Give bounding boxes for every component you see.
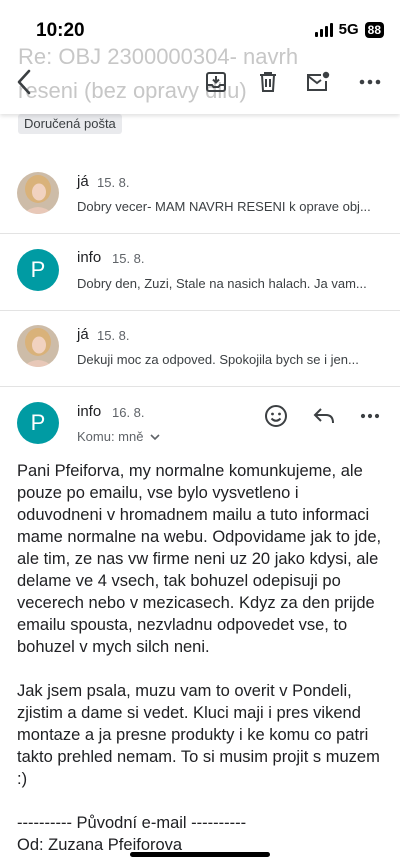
message-row[interactable]: já 15. 8. Dobry vecer- MAM NAVRH RESENI … [0,160,400,230]
chevron-down-icon [150,434,160,441]
archive-button[interactable] [202,68,230,96]
more-options-button[interactable] [356,68,384,96]
divider [0,386,400,387]
home-indicator[interactable] [130,852,270,857]
open-message-header: P info 16. 8. Komu: mně [0,388,400,454]
status-time: 10:20 [36,20,85,41]
message-date: 16. 8. [112,405,145,420]
battery-icon: 88 [364,21,384,38]
back-arrow-icon [17,69,31,95]
delete-button[interactable] [254,68,282,96]
mark-unread-button[interactable] [304,68,332,96]
message-row[interactable]: P info 15. 8. Dobry den, Zuzi, Stale na … [0,236,400,308]
back-button[interactable] [10,68,38,96]
archive-icon [206,72,226,92]
network-label: 5G [338,21,359,38]
status-bar: 10:20 5G 88 [0,0,400,44]
message-sender: info [77,403,102,420]
reply-button[interactable] [310,402,338,430]
inbox-label-chip[interactable]: Doručená pošta [18,114,122,134]
message-snippet: Dobry den, Zuzi, Stale na nasich halach.… [77,276,367,291]
reply-icon [313,408,334,424]
avatar [17,172,59,214]
message-snippet: Dobry vecer- MAM NAVRH RESENI k oprave o… [77,199,371,214]
avatar [17,325,59,367]
message-more-button[interactable] [356,402,384,430]
message-row[interactable]: já 15. 8. Dekuji moc za odpoved. Spokoji… [0,312,400,384]
signal-icon [314,22,333,37]
more-horizontal-icon [359,79,381,85]
message-date: 15. 8. [97,328,130,343]
message-date: 15. 8. [112,251,145,266]
avatar: P [17,402,59,444]
mail-unread-icon [307,71,330,91]
avatar: P [17,249,59,291]
message-toolbar: Re: OBJ 2300000304- navrh reseni (bez op… [0,44,400,114]
divider [0,233,400,234]
smiley-icon [265,405,287,427]
message-snippet: Dekuji moc za odpoved. Spokojila bych se… [77,352,359,367]
message-sender: já [77,173,89,190]
message-sender: info [77,249,102,266]
divider [0,310,400,311]
message-date: 15. 8. [97,175,130,190]
status-indicators: 5G 88 [314,21,384,38]
message-body: Pani Pfeiforva, my normalne komunkujeme,… [17,462,382,854]
recipients-toggle[interactable]: Komu: mně [77,429,160,444]
message-sender: já [77,326,89,343]
emoji-reaction-button[interactable] [262,402,290,430]
trash-icon [260,72,276,92]
more-horizontal-icon [360,413,380,419]
